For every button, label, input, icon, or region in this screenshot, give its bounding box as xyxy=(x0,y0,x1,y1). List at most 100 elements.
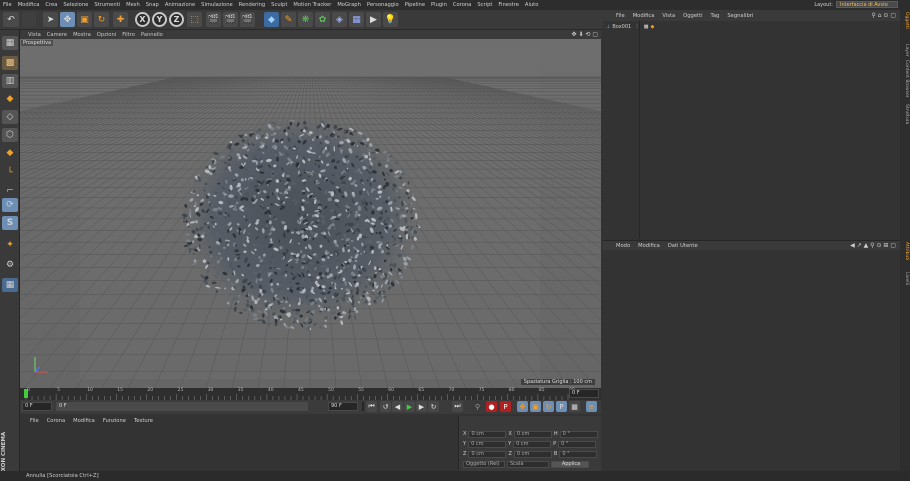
array-icon[interactable]: ✿ xyxy=(315,12,330,27)
edges-mode-icon[interactable]: ◇ xyxy=(2,110,18,124)
menu-strumenti[interactable]: Strumenti xyxy=(91,2,123,8)
tab-content-browser[interactable]: Content Browser xyxy=(901,60,909,98)
workplane-icon[interactable]: ▥ xyxy=(2,74,18,88)
coord-size-z[interactable]: 0 cm xyxy=(513,450,552,458)
menu-pipeline[interactable]: Pipeline xyxy=(402,2,428,8)
timeline-ruler[interactable]: 051015202530354045505560657075808590 0 F xyxy=(20,388,601,400)
next-frame-icon[interactable]: ▶ xyxy=(416,401,427,412)
viewport-nav-icons[interactable]: ✥ ⬇ ⟲ ▢ xyxy=(572,31,601,38)
coord-rotation-b[interactable]: 0 ° xyxy=(559,450,598,458)
viewport-menu-pannello[interactable]: Pannello xyxy=(138,32,166,38)
attr-menu-dati-utente[interactable]: Dati Utente xyxy=(664,243,702,249)
axis-y-button[interactable]: Y xyxy=(152,12,167,27)
menu-plugin[interactable]: Plugin xyxy=(428,2,450,8)
goto-start-icon[interactable]: ⏮ xyxy=(366,401,377,412)
material-menu-modifica[interactable]: Modifica xyxy=(69,418,99,424)
object-manager-area[interactable]: ⊥ Box001 ⁝ ▩ ◆ xyxy=(603,21,900,239)
key-position-icon[interactable]: ✥ xyxy=(517,401,528,412)
axis-mode-icon[interactable]: └ xyxy=(2,166,18,180)
timeline-menu-icon[interactable]: ≡ xyxy=(586,401,597,412)
render-view-icon[interactable]: 🎬 xyxy=(206,12,221,27)
frame-range-slider[interactable]: 0 F xyxy=(56,402,308,411)
menu-script[interactable]: Script xyxy=(474,2,495,8)
tweak-mode-icon[interactable]: ⌐ xyxy=(2,184,18,198)
pen-spline-icon[interactable]: ✎ xyxy=(281,12,296,27)
end-frame-field[interactable]: 90 F xyxy=(328,402,358,411)
coordinate-system-icon[interactable]: ⬚ xyxy=(187,12,202,27)
tab-livelli[interactable]: Livelli xyxy=(901,272,909,285)
object-menu-segnalibri[interactable]: Segnalibri xyxy=(723,13,757,19)
object-menu-tag[interactable]: Tag xyxy=(707,13,724,19)
object-menu-vista[interactable]: Vista xyxy=(658,13,679,19)
record-icon[interactable]: ● xyxy=(486,401,497,412)
tab-struttura[interactable]: Struttura xyxy=(901,104,909,124)
key-scale-icon[interactable]: ▣ xyxy=(530,401,541,412)
coord-rotation-h[interactable]: 0 ° xyxy=(559,430,598,438)
menu-file[interactable]: File xyxy=(0,2,15,8)
axis-z-button[interactable]: Z xyxy=(169,12,184,27)
attr-menu-modifica[interactable]: Modifica xyxy=(634,243,664,249)
coord-size-y[interactable]: 0 cm xyxy=(513,440,552,448)
floor-icon[interactable]: ▦ xyxy=(349,12,364,27)
menu-mesh[interactable]: Mesh xyxy=(123,2,143,8)
3d-viewport[interactable]: Prospettiva Spaziatura Griglia : 100 cm xyxy=(20,39,601,388)
camera-icon[interactable]: ▶ xyxy=(366,12,381,27)
render-picture-icon[interactable]: 🎬 xyxy=(223,12,238,27)
start-frame-field[interactable]: 0 F xyxy=(22,402,52,411)
solo-icon[interactable]: S xyxy=(2,216,18,230)
rotate-tool-icon[interactable]: ↻ xyxy=(94,12,109,27)
object-search-icon[interactable]: ⚲ ⌂ ⊙ ▢ xyxy=(871,12,900,19)
object-name[interactable]: Box001 xyxy=(612,24,631,30)
goto-end-icon[interactable]: ⏭ xyxy=(452,401,463,412)
menu-selezione[interactable]: Selezione xyxy=(60,2,91,8)
menu-crea[interactable]: Crea xyxy=(42,2,60,8)
tab-layer[interactable]: Layer xyxy=(901,44,909,57)
axis-x-button[interactable]: X xyxy=(135,12,150,27)
material-menu-texture[interactable]: Texture xyxy=(130,418,157,424)
object-menu-oggetti[interactable]: Oggetti xyxy=(679,13,706,19)
prev-frame-icon[interactable]: ◀ xyxy=(392,401,403,412)
move-tool-icon[interactable]: ✥ xyxy=(60,12,75,27)
recent-tool-icon[interactable]: ✚ xyxy=(113,12,128,27)
model-mode-icon[interactable]: ▦ xyxy=(2,36,18,50)
layout-select[interactable]: Interfaccia di Avvio xyxy=(836,1,898,8)
grid-icon[interactable]: ▦ xyxy=(2,278,18,292)
menu-sculpt[interactable]: Sculpt xyxy=(268,2,290,8)
attr-menu-modo[interactable]: Modo xyxy=(612,243,634,249)
menu-mograph[interactable]: MoGraph xyxy=(334,2,364,8)
quantize-icon[interactable]: ✦ xyxy=(2,238,18,252)
select-tool-icon[interactable]: ➤ xyxy=(43,12,58,27)
camera-label[interactable]: Prospettiva xyxy=(21,40,54,46)
redo-button[interactable] xyxy=(22,12,36,27)
coord-size-mode-select[interactable]: Scala xyxy=(507,460,549,468)
menu-corona[interactable]: Corona xyxy=(450,2,474,8)
deformer-icon[interactable]: ◈ xyxy=(332,12,347,27)
viewport-menu-opzioni[interactable]: Opzioni xyxy=(94,32,119,38)
object-row[interactable]: ⊥ Box001 ⁝ ▩ ◆ xyxy=(606,24,654,30)
material-area[interactable] xyxy=(20,425,460,471)
cube-icon[interactable]: ◆ xyxy=(264,12,279,27)
current-frame-field[interactable]: 0 F xyxy=(569,389,599,398)
menu-finestre[interactable]: Finestre xyxy=(495,2,521,8)
material-menu-file[interactable]: File xyxy=(20,418,43,424)
lock-icon[interactable]: ⚙ xyxy=(2,258,18,272)
uv-mode-icon[interactable]: ◆ xyxy=(2,146,18,160)
object-menu-file[interactable]: File xyxy=(612,13,629,19)
object-menu-modifica[interactable]: Modifica xyxy=(629,13,659,19)
viewport-menu-filtro[interactable]: Filtro xyxy=(119,32,138,38)
autokey-icon[interactable]: P xyxy=(500,401,511,412)
texture-mode-icon[interactable]: ▩ xyxy=(2,56,18,70)
menu-animazione[interactable]: Animazione xyxy=(162,2,198,8)
coord-position-z[interactable]: 0 cm xyxy=(468,450,507,458)
menu-personaggio[interactable]: Personaggio xyxy=(364,2,402,8)
snap-icon[interactable]: ⟳ xyxy=(2,198,18,212)
menu-rendering[interactable]: Rendering xyxy=(236,2,269,8)
points-mode-icon[interactable]: ◆ xyxy=(2,92,18,106)
material-menu-corona[interactable]: Corona xyxy=(43,418,69,424)
tab-attributi[interactable]: Attributi xyxy=(901,242,909,260)
next-key-icon[interactable]: ↻ xyxy=(428,401,439,412)
menu-simulazione[interactable]: Simulazione xyxy=(198,2,236,8)
apply-button[interactable]: Applica xyxy=(551,460,589,468)
render-settings-icon[interactable]: 🎬 xyxy=(240,12,255,27)
texture-tag-icon[interactable]: ◆ xyxy=(651,24,655,30)
